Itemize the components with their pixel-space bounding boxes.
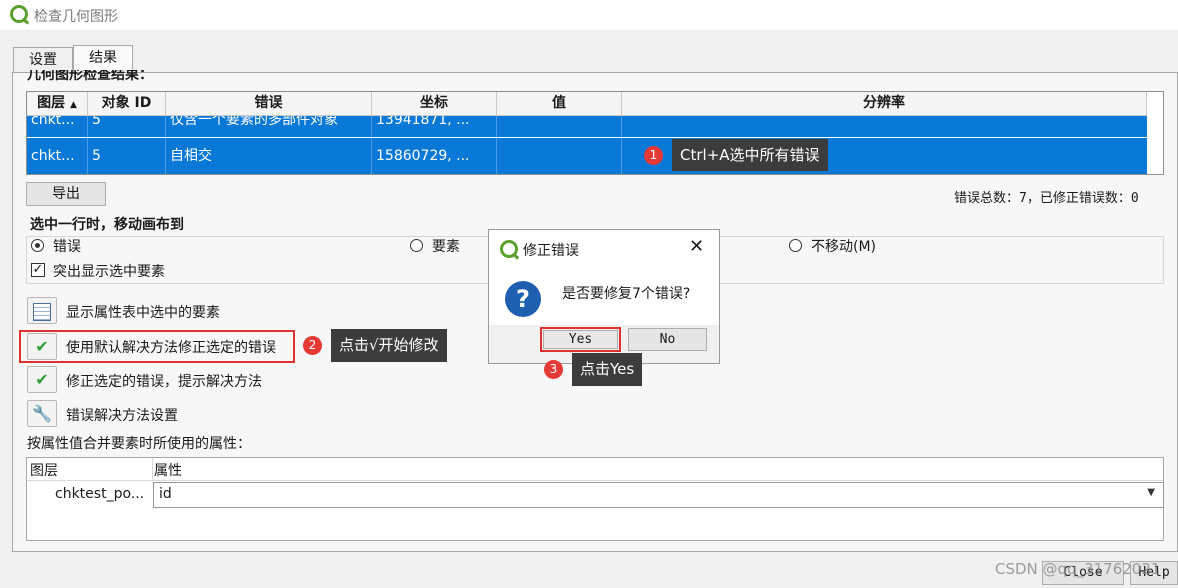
chevron-down-icon: ▼ (1147, 487, 1155, 498)
cell-value (497, 116, 622, 137)
no-button[interactable]: No (628, 328, 707, 351)
merge-attr-header (27, 458, 1163, 481)
window-title: 检查几何图形 (34, 9, 118, 25)
merge-attribute-value: id (159, 486, 172, 502)
error-summary: 错误总数：7，已修正错误数：0 (954, 191, 1139, 206)
sort-ascending-icon: ▲ (69, 100, 77, 110)
table-row[interactable]: chkt... 5 自相交 15860729, ... (27, 138, 1147, 174)
export-button[interactable]: 导出 (26, 182, 106, 206)
results-section-label: 几何图形检查结果： (27, 70, 153, 82)
annotation-tip-2: 点击√开始修改 (331, 329, 447, 362)
action-label-show-attr[interactable]: 显示属性表中选中的要素 (66, 302, 220, 322)
cell-id: 5 (88, 138, 166, 174)
annotation-badge-2: 2 (303, 336, 322, 355)
checkmark-icon: ✓ (32, 262, 44, 277)
radio-no-move[interactable] (789, 239, 802, 252)
highlight-checkbox[interactable]: ✓ (31, 263, 45, 277)
dialog-title: 修正错误 (523, 243, 579, 259)
cell-layer: chkt... (27, 138, 88, 174)
question-icon: ? (505, 281, 541, 317)
action-label-fix-prompt[interactable]: 修正选定的错误，提示解决方法 (66, 371, 262, 391)
dialog-message: 是否要修复7个错误? (562, 286, 691, 302)
qgis-logo-icon (10, 5, 28, 23)
col-header-resolution[interactable]: 分辨率 (622, 92, 1147, 116)
annotation-badge-1: 1 (644, 146, 663, 165)
radio-feature[interactable] (410, 239, 423, 252)
annotation-tip-3: 点击Yes (572, 353, 643, 386)
merge-attr-label: 按属性值合并要素时所使用的属性： (27, 436, 251, 452)
check-icon: ✔ (35, 370, 49, 389)
yes-button[interactable]: Yes (543, 330, 618, 349)
cell-layer: chkt... (27, 116, 88, 137)
merge-col-layer: 图层 (30, 463, 58, 479)
col-header-coord[interactable]: 坐标 (372, 92, 497, 116)
close-icon[interactable]: ✕ (689, 236, 704, 257)
cell-value (497, 138, 622, 174)
merge-col-attribute: 属性 (154, 463, 182, 479)
annotation-badge-3: 3 (544, 360, 563, 379)
annotation-tip-1: Ctrl+A选中所有错误 (672, 139, 828, 171)
col-header-value[interactable]: 值 (497, 92, 622, 116)
check-icon: ✔ (35, 337, 49, 356)
col-header-layer-label: 图层 (37, 95, 66, 111)
move-canvas-label: 选中一行时，移动画布到 (30, 217, 184, 233)
attribute-table-button[interactable] (27, 297, 57, 324)
results-table[interactable]: 图层 ▲ 对象 ID 错误 坐标 值 分辨率 chkt... 5 仅含一个要素的… (26, 91, 1164, 175)
cell-coord: 13941871, ... (372, 116, 497, 137)
qgis-logo-icon (500, 240, 518, 258)
cell-id: 5 (88, 116, 166, 137)
resolution-settings-button[interactable]: 🔧 (27, 400, 57, 427)
cell-resolution (622, 116, 1147, 137)
tab-results[interactable]: 结果 (73, 45, 133, 73)
action-label-fix-default[interactable]: 使用默认解决方法修正选定的错误 (66, 337, 276, 357)
radio-error[interactable] (31, 239, 44, 252)
radio-error-label[interactable]: 错误 (53, 236, 81, 256)
col-header-id[interactable]: 对象 ID (88, 92, 166, 116)
highlight-label[interactable]: 突出显示选中要素 (53, 261, 165, 281)
col-header-error[interactable]: 错误 (166, 92, 372, 116)
cell-error: 自相交 (166, 138, 372, 174)
fix-prompt-button[interactable]: ✔ (27, 366, 57, 393)
window-titlebar: 检查几何图形 (0, 0, 1178, 30)
radio-feature-label[interactable]: 要素 (432, 236, 460, 256)
merge-layer-value: chktest_po... (55, 486, 145, 502)
radio-no-move-label[interactable]: 不移动(M) (811, 236, 876, 256)
column-divider (152, 458, 153, 480)
cell-coord: 15860729, ... (372, 138, 497, 174)
merge-attribute-select[interactable]: id ▼ (153, 482, 1164, 508)
csdn-watermark: CSDN @qq_31762021 (995, 560, 1161, 578)
wrench-icon: 🔧 (32, 404, 52, 423)
col-header-layer[interactable]: 图层 ▲ (27, 92, 88, 116)
cell-error: 仅含一个要素的多部件对象 (166, 116, 372, 137)
fix-errors-dialog: 修正错误 ✕ ? 是否要修复7个错误? Yes No (488, 229, 720, 364)
merge-attr-table[interactable]: 图层 属性 chktest_po... id ▼ (26, 457, 1164, 541)
table-row[interactable]: chkt... 5 仅含一个要素的多部件对象 13941871, ... (27, 116, 1147, 137)
attribute-table-icon (33, 302, 51, 321)
fix-default-button[interactable]: ✔ (27, 333, 57, 360)
action-label-settings[interactable]: 错误解决方法设置 (66, 405, 178, 425)
